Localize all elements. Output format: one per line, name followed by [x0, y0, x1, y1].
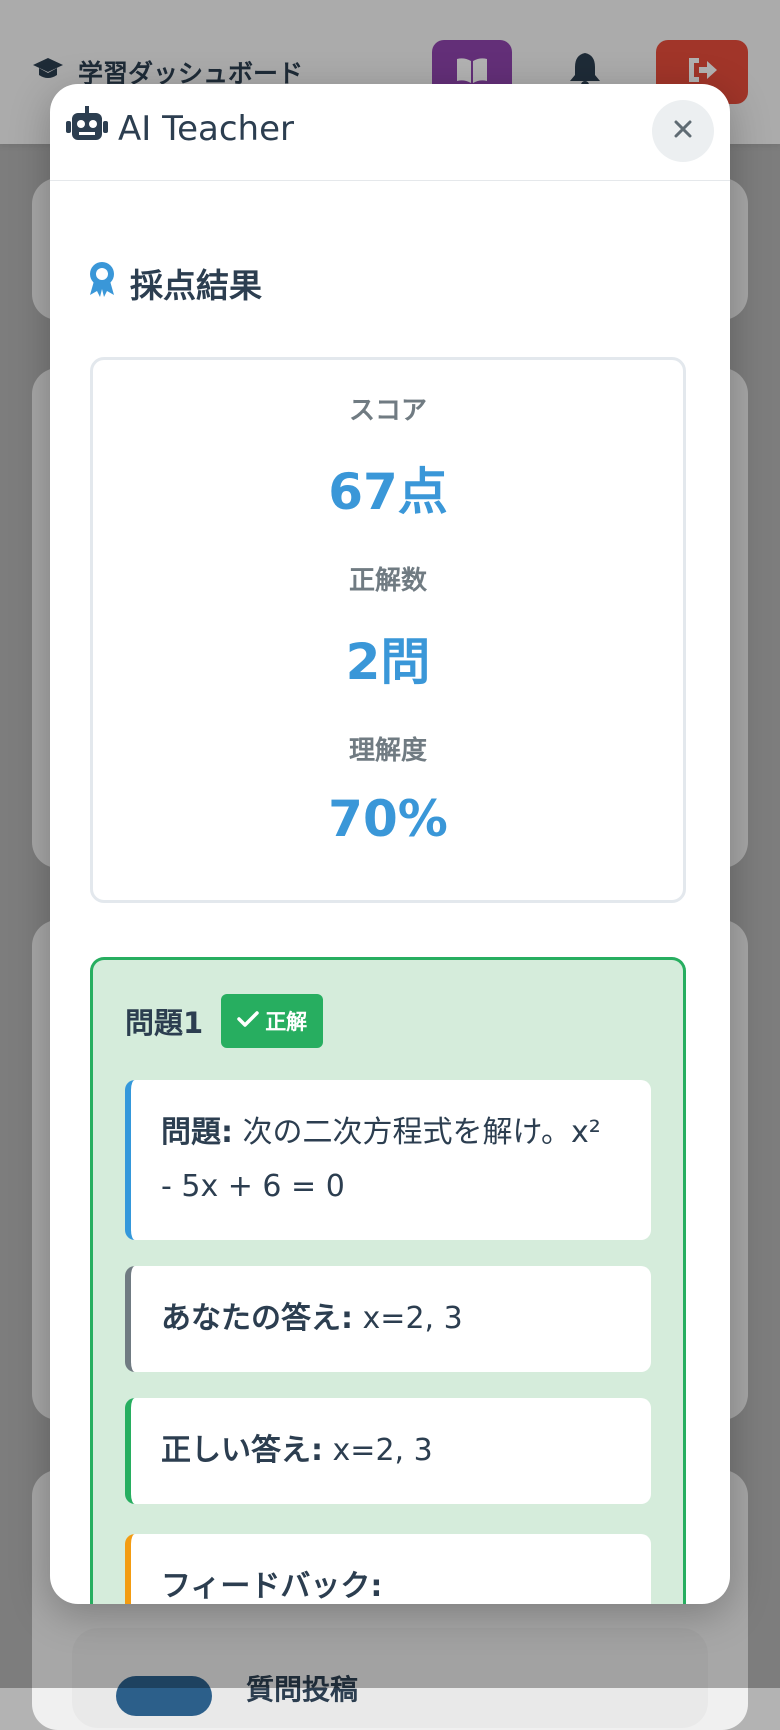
check-icon [237, 1009, 259, 1033]
correct-answer-value: x=2, 3 [332, 1433, 433, 1468]
robot-icon [66, 106, 108, 151]
feedback-label: フィードバック: [161, 1569, 383, 1604]
close-icon [673, 119, 693, 143]
close-button[interactable] [652, 100, 714, 162]
modal-title-text: AI Teacher [118, 108, 294, 149]
ai-teacher-modal: AI Teacher 採点結果 スコア 67点 正解数 2問 理解度 70% 問… [50, 84, 730, 1604]
score-value: 67点 [328, 463, 448, 521]
understanding-label: 理解度 [348, 736, 427, 766]
modal-title: AI Teacher [66, 106, 294, 151]
question-header: 問題1 正解 [125, 994, 324, 1048]
correct-count-value: 2問 [345, 633, 431, 691]
grading-result-heading: 採点結果 [88, 259, 262, 307]
question-title: 問題1 [125, 1006, 204, 1040]
question-card: 問題1 正解 問題: 次の二次方程式を解け。x² - 5x + 6 = 0 あな… [90, 957, 686, 1604]
your-answer-box: あなたの答え: x=2, 3 [125, 1266, 651, 1372]
grading-result-title: 採点結果 [130, 266, 262, 305]
your-answer-value: x=2, 3 [362, 1301, 463, 1336]
score-label: スコア [348, 396, 427, 426]
understanding-value: 70% [328, 790, 448, 848]
correct-answer-label: 正しい答え: [161, 1433, 323, 1468]
your-answer-label: あなたの答え: [161, 1301, 353, 1336]
problem-box: 問題: 次の二次方程式を解け。x² - 5x + 6 = 0 [125, 1080, 651, 1240]
status-badge: 正解 [221, 994, 324, 1048]
modal-header: AI Teacher [50, 84, 730, 181]
modal-body: 採点結果 スコア 67点 正解数 2問 理解度 70% 問題1 正解 問題: 次… [50, 181, 730, 1604]
award-icon [88, 261, 116, 305]
correct-count-label: 正解数 [348, 566, 427, 596]
correct-answer-box: 正しい答え: x=2, 3 [125, 1398, 651, 1504]
status-badge-text: 正解 [265, 1010, 308, 1034]
problem-label: 問題: [161, 1115, 233, 1150]
feedback-box: フィードバック: [125, 1534, 651, 1604]
score-summary: スコア 67点 正解数 2問 理解度 70% [90, 357, 686, 903]
